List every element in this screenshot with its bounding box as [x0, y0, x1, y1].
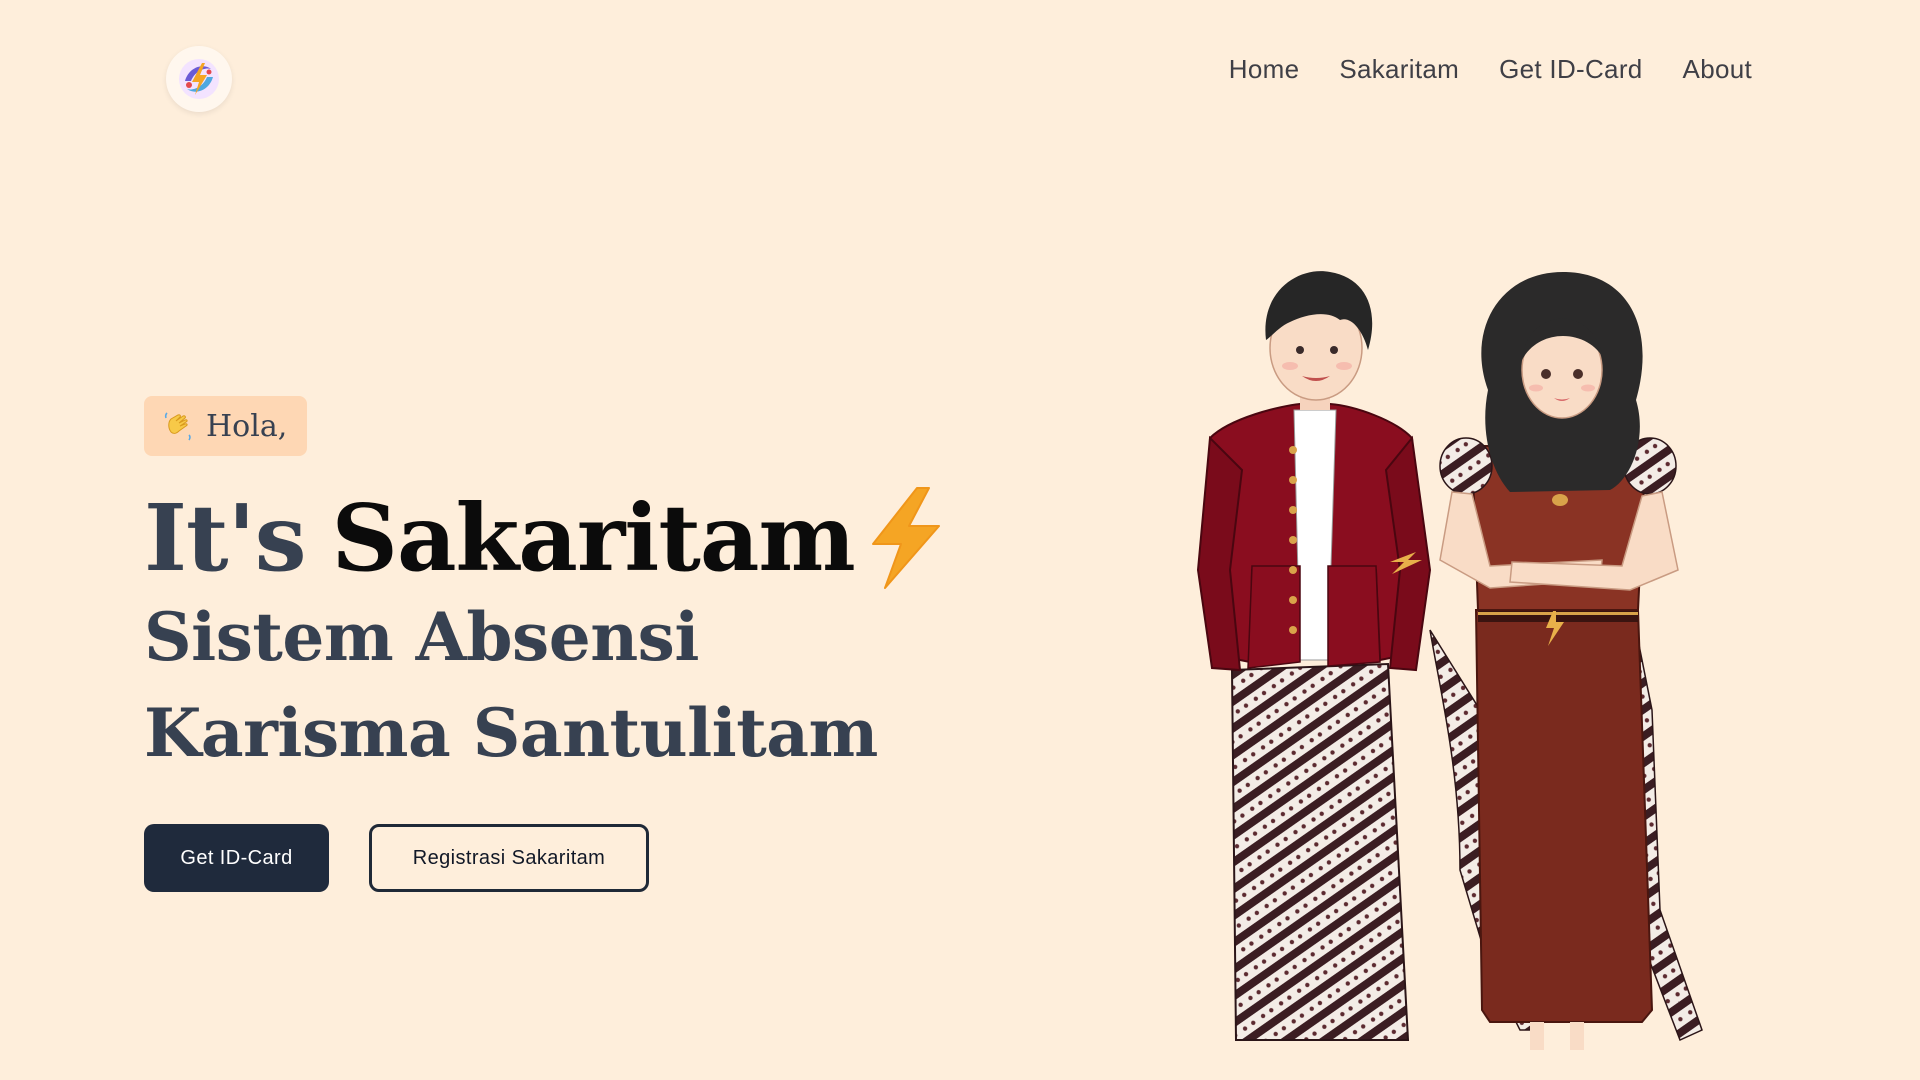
nav-link-sakaritam[interactable]: Sakaritam: [1339, 54, 1459, 85]
nav-link-home[interactable]: Home: [1229, 54, 1300, 85]
nav-link-about[interactable]: About: [1683, 54, 1752, 85]
lightning-bolt-icon: [871, 487, 940, 589]
headline: It's Sakaritam: [144, 478, 951, 598]
sakaritam-logo-icon: [179, 59, 219, 99]
nav-links: Home Sakaritam Get ID-Card About: [1229, 54, 1752, 85]
woman-figure: [1429, 271, 1703, 1050]
top-navbar: Home Sakaritam Get ID-Card About: [0, 0, 1920, 140]
get-id-card-button[interactable]: Get ID-Card: [144, 824, 329, 892]
headline-prefix: It's: [144, 484, 306, 592]
couple-batik-illustration: [1190, 270, 1730, 1050]
man-figure: [1196, 271, 1432, 1041]
greeting-badge: Hola,: [144, 396, 308, 456]
headline-name: Sakaritam: [331, 484, 856, 592]
subtitle-line-2: Karisma Santulitam: [144, 694, 878, 772]
nav-link-get-id-card[interactable]: Get ID-Card: [1499, 54, 1642, 85]
waving-hand-icon: [164, 412, 191, 441]
subtitle-line-1: Sistem Absensi: [144, 598, 699, 676]
greeting-text: Hola,: [206, 408, 288, 444]
registrasi-sakaritam-button[interactable]: Registrasi Sakaritam: [369, 824, 649, 892]
logo[interactable]: [166, 46, 232, 112]
